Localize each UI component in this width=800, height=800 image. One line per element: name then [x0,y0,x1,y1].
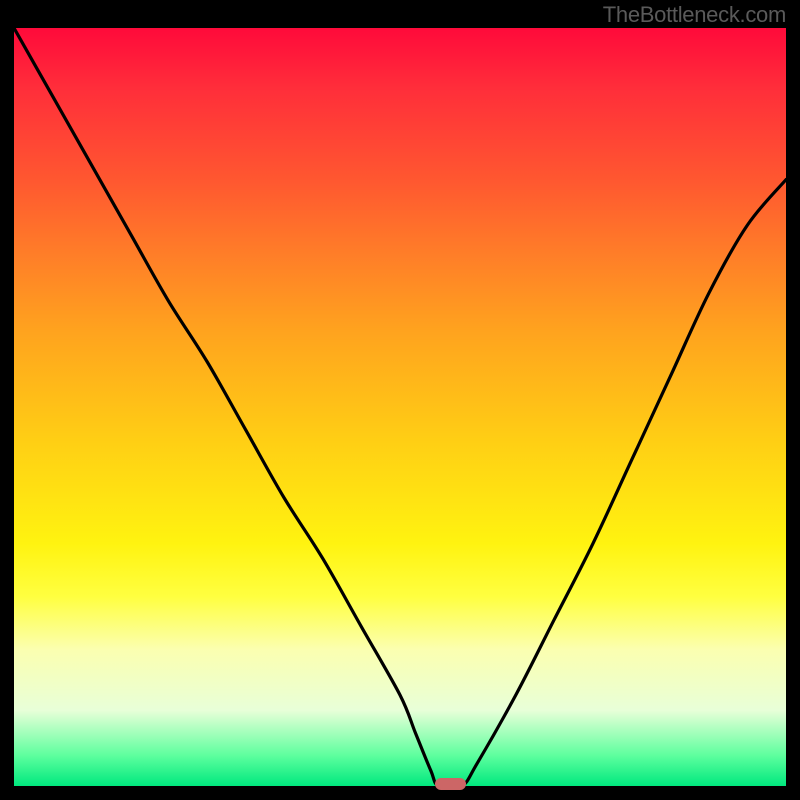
bottleneck-curve [14,28,786,786]
optimum-marker [435,778,466,790]
attribution-text: TheBottleneck.com [603,2,786,28]
curve-path [14,28,786,786]
plot-area [14,28,786,786]
